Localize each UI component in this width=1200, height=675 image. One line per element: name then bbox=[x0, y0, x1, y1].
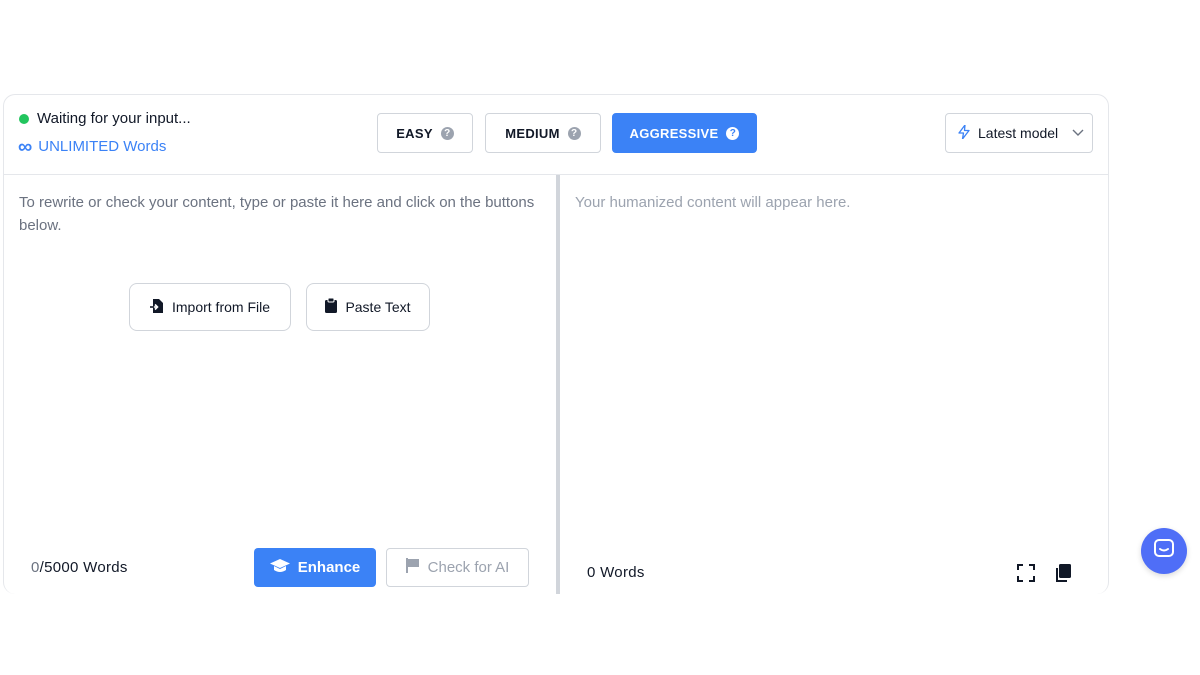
input-word-count: 0/5000 Words bbox=[31, 559, 128, 576]
check-ai-label: Check for AI bbox=[427, 559, 510, 576]
paste-text-button[interactable]: Paste Text bbox=[306, 283, 430, 331]
word-count-limit: /5000 Words bbox=[39, 559, 128, 576]
input-placeholder[interactable]: To rewrite or check your content, type o… bbox=[19, 191, 539, 237]
paste-text-label: Paste Text bbox=[345, 299, 411, 315]
input-pane[interactable]: To rewrite or check your content, type o… bbox=[4, 175, 556, 594]
import-file-button[interactable]: Import from File bbox=[129, 283, 291, 331]
mode-aggressive-label: AGGRESSIVE bbox=[629, 125, 719, 141]
chat-icon bbox=[1153, 538, 1175, 565]
infinity-icon: ∞ bbox=[18, 135, 33, 158]
enhance-label: Enhance bbox=[297, 559, 361, 576]
status-dot bbox=[19, 113, 29, 124]
word-count-current: 0 bbox=[31, 559, 40, 576]
mode-easy-button[interactable]: EASY ? bbox=[377, 113, 473, 153]
humanizer-card: Waiting for your input... ∞ UNLIMITED Wo… bbox=[3, 94, 1109, 594]
fullscreen-icon[interactable] bbox=[1015, 562, 1037, 584]
graduation-cap-icon bbox=[269, 558, 290, 577]
plan-text: UNLIMITED Words bbox=[38, 138, 167, 155]
status-indicator: Waiting for your input... bbox=[19, 110, 191, 127]
mode-aggressive-button[interactable]: AGGRESSIVE ? bbox=[612, 113, 757, 153]
output-pane: Your humanized content will appear here.… bbox=[560, 175, 1108, 594]
output-placeholder: Your humanized content will appear here. bbox=[575, 194, 851, 211]
flag-icon bbox=[405, 558, 420, 577]
plan-indicator: ∞ UNLIMITED Words bbox=[18, 135, 167, 158]
file-import-icon bbox=[149, 298, 164, 317]
mode-medium-label: MEDIUM bbox=[505, 125, 560, 141]
clipboard-icon bbox=[325, 297, 338, 316]
toolbar: Waiting for your input... ∞ UNLIMITED Wo… bbox=[4, 95, 1108, 175]
import-file-label: Import from File bbox=[171, 299, 270, 315]
status-text: Waiting for your input... bbox=[37, 110, 191, 127]
check-ai-button[interactable]: Check for AI bbox=[386, 548, 529, 587]
model-select[interactable]: Latest model bbox=[945, 113, 1093, 153]
copy-icon[interactable] bbox=[1052, 562, 1074, 584]
mode-easy-label: EASY bbox=[396, 125, 433, 141]
bolt-icon bbox=[958, 123, 970, 142]
mode-medium-button[interactable]: MEDIUM ? bbox=[485, 113, 601, 153]
chevron-down-icon bbox=[1072, 126, 1084, 140]
model-select-value: Latest model bbox=[978, 125, 1059, 141]
enhance-button[interactable]: Enhance bbox=[254, 548, 376, 587]
chat-launcher-button[interactable] bbox=[1141, 528, 1187, 574]
help-icon[interactable]: ? bbox=[440, 126, 454, 140]
help-icon[interactable]: ? bbox=[567, 126, 581, 140]
help-icon[interactable]: ? bbox=[726, 126, 740, 140]
output-word-count: 0 Words bbox=[587, 564, 645, 581]
